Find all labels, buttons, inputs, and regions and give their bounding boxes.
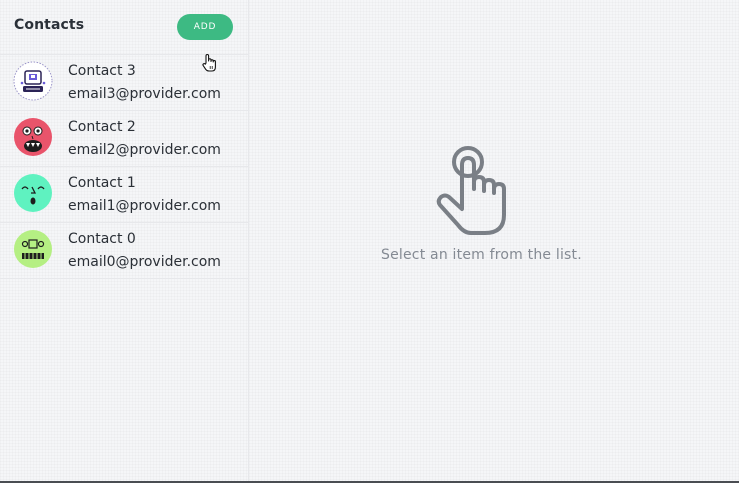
hand-cursor-icon: [201, 53, 219, 73]
add-contact-button[interactable]: ADD: [177, 14, 233, 40]
contact-name: Contact 2: [68, 119, 136, 135]
contact-email: email3@provider.com: [68, 86, 221, 102]
sidebar-header: Contacts ADD: [0, 0, 248, 55]
contact-list: Contact 3 email3@provider.com Contact 2 …: [0, 55, 248, 279]
zombie-face-avatar-icon: [13, 229, 53, 269]
robot-face-avatar-icon: [13, 61, 53, 101]
contact-list-item[interactable]: Contact 0 email0@provider.com: [0, 223, 248, 279]
sidebar-title: Contacts: [14, 17, 85, 33]
empty-state-message: Select an item from the list.: [381, 247, 582, 263]
app-window: Contacts ADD Contact 3 email3@provider.c…: [0, 0, 739, 483]
surprised-face-avatar-icon: [13, 173, 53, 213]
contact-email: email1@provider.com: [68, 198, 221, 214]
detail-panel: [249, 0, 739, 483]
monster-face-avatar-icon: [13, 117, 53, 157]
contact-name: Contact 3: [68, 63, 136, 79]
contact-name: Contact 0: [68, 231, 136, 247]
contact-email: email0@provider.com: [68, 254, 221, 270]
contact-list-item[interactable]: Contact 2 email2@provider.com: [0, 111, 248, 167]
contact-name: Contact 1: [68, 175, 136, 191]
contact-list-item[interactable]: Contact 1 email1@provider.com: [0, 167, 248, 223]
contact-email: email2@provider.com: [68, 142, 221, 158]
pointing-hand-icon: [435, 145, 515, 237]
